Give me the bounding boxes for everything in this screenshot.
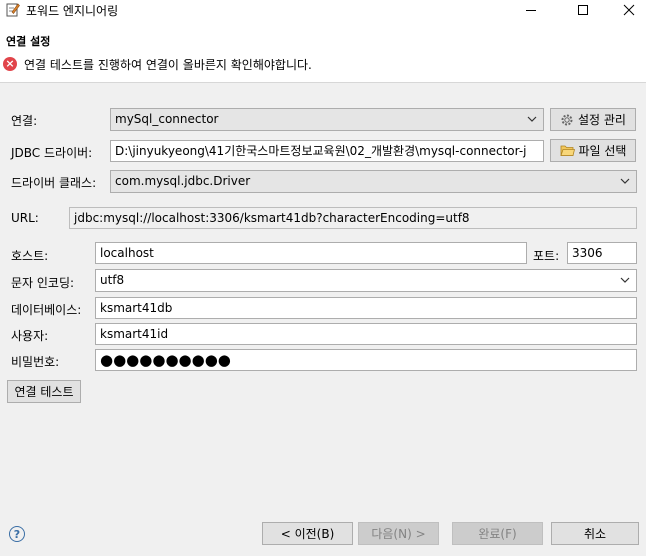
port-label: 포트: xyxy=(533,249,560,263)
driver-class-label: 드라이버 클래스: xyxy=(11,176,97,190)
chevron-down-icon xyxy=(620,277,630,283)
database-label: 데이터베이스: xyxy=(11,303,82,317)
encoding-value: utf8 xyxy=(100,273,125,287)
close-icon xyxy=(623,4,635,16)
user-label: 사용자: xyxy=(11,329,49,343)
jdbc-driver-label: JDBC 드라이버: xyxy=(11,146,93,160)
minimize-icon xyxy=(526,10,536,11)
window-title: 포워드 엔지니어링 xyxy=(26,4,119,18)
user-field[interactable]: ksmart41id xyxy=(95,323,637,345)
next-button[interactable]: 다음(N) > xyxy=(358,522,439,545)
minimize-button[interactable] xyxy=(512,0,550,20)
encoding-select[interactable]: utf8 xyxy=(95,269,637,292)
host-field[interactable]: localhost xyxy=(95,242,527,264)
app-icon xyxy=(6,2,20,17)
close-button[interactable] xyxy=(610,0,646,20)
cancel-button[interactable]: 취소 xyxy=(551,522,639,545)
driver-class-select[interactable]: com.mysql.jdbc.Driver xyxy=(110,170,637,193)
connection-label: 연결: xyxy=(11,114,38,128)
jdbc-driver-field[interactable]: D:\jinyukyeong\41기한국스마트정보교육원\02_개발환경\mys… xyxy=(110,140,544,162)
error-icon: × xyxy=(3,57,17,71)
password-label: 비밀번호: xyxy=(11,355,60,369)
maximize-icon xyxy=(578,5,588,15)
url-field[interactable]: jdbc:mysql://localhost:3306/ksmart41db?c… xyxy=(69,207,637,229)
host-label: 호스트: xyxy=(11,249,49,263)
maximize-button[interactable] xyxy=(564,0,602,20)
file-select-label: 파일 선택 xyxy=(578,144,627,158)
chevron-down-icon xyxy=(620,178,630,184)
gear-icon xyxy=(561,114,573,125)
help-icon[interactable]: ? xyxy=(9,526,25,542)
file-select-button[interactable]: 파일 선택 xyxy=(550,139,636,162)
password-field[interactable]: ●●●●●●●●●● xyxy=(95,349,637,371)
back-button[interactable]: < 이전(B) xyxy=(262,522,353,545)
connection-select[interactable]: mySql_connector xyxy=(110,108,544,131)
error-message: 연결 테스트를 진행하여 연결이 올바른지 확인해야합니다. xyxy=(24,58,312,72)
encoding-label: 문자 인코딩: xyxy=(11,276,75,290)
finish-button[interactable]: 완료(F) xyxy=(452,522,543,545)
url-label: URL: xyxy=(11,211,39,225)
header-divider xyxy=(0,82,646,83)
manage-settings-button[interactable]: 설정 관리 xyxy=(550,108,636,131)
manage-settings-label: 설정 관리 xyxy=(578,113,626,127)
port-field[interactable]: 3306 xyxy=(567,242,637,264)
chevron-down-icon xyxy=(527,116,537,122)
test-connection-button[interactable]: 연결 테스트 xyxy=(7,380,81,403)
driver-class-value: com.mysql.jdbc.Driver xyxy=(115,174,251,188)
folder-icon xyxy=(559,145,575,156)
section-title: 연결 설정 xyxy=(6,35,51,48)
connection-value: mySql_connector xyxy=(115,112,219,126)
database-field[interactable]: ksmart41db xyxy=(95,297,637,319)
